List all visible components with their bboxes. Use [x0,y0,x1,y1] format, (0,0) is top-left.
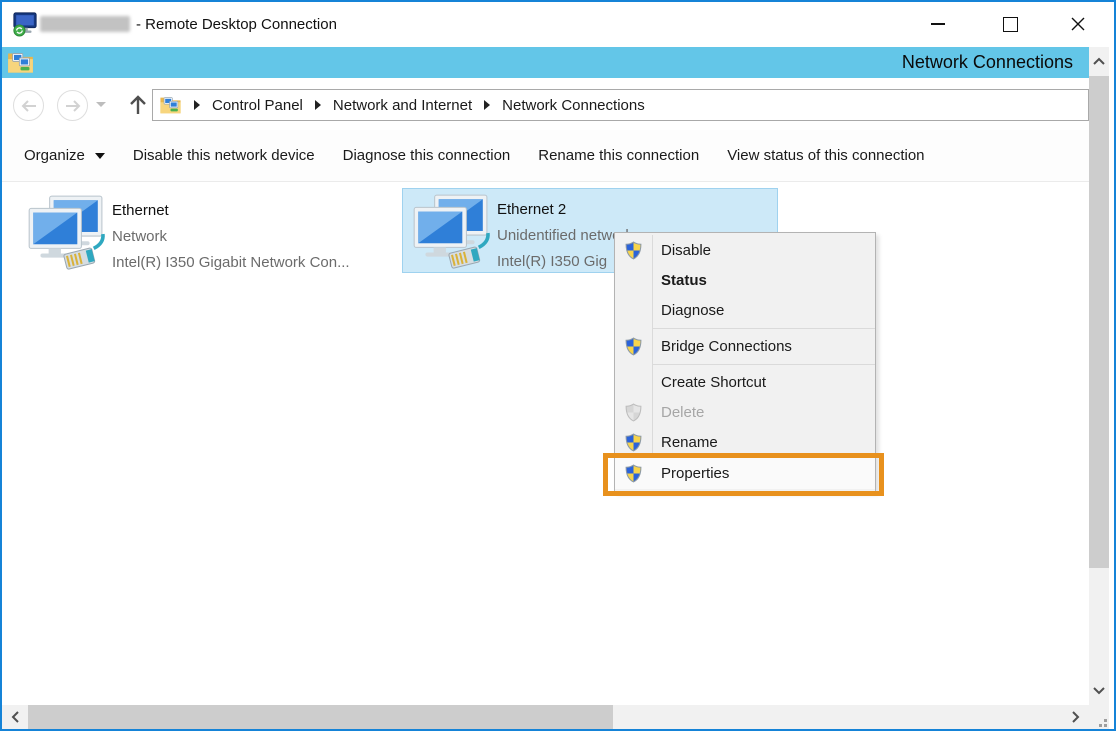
horizontal-scrollbar[interactable] [2,705,1089,729]
forward-arrow-icon [64,99,82,113]
organize-label: Organize [24,147,85,164]
menu-item-status[interactable]: Status [615,265,875,295]
menu-item-label: Rename [661,434,718,451]
menu-item-delete[interactable]: Delete [615,397,875,427]
breadcrumb-chevron-icon[interactable] [484,100,490,110]
scroll-down-button[interactable] [1089,677,1109,705]
network-adapter-icon [22,194,106,272]
breadcrumb-network-connections[interactable]: Network Connections [502,97,645,114]
connection-device: Intel(R) I350 Gig [497,249,633,275]
address-location-icon [159,94,182,116]
uac-shield-icon [625,337,642,356]
connection-status: Network [112,224,350,250]
menu-item-label: Diagnose [661,302,724,319]
menu-item-bridge-connections[interactable]: Bridge Connections [615,331,875,361]
menu-item-label: Disable [661,242,711,259]
chevron-right-icon [1072,711,1080,723]
scroll-up-button[interactable] [1089,47,1109,75]
vertical-scrollbar-thumb[interactable] [1089,76,1109,568]
menu-item-label: Bridge Connections [661,338,792,355]
connection-name: Ethernet 2 [497,197,633,223]
rdp-window: - Remote Desktop Connection Network Conn… [0,0,1116,731]
up-button[interactable] [124,90,152,120]
recent-locations-dropdown-icon[interactable] [96,102,106,107]
chevron-down-icon [1093,687,1105,695]
close-icon [1070,16,1086,32]
minimize-button[interactable] [915,2,961,46]
vertical-scrollbar[interactable] [1089,47,1109,705]
menu-item-diagnose[interactable]: Diagnose [615,295,875,325]
connection-name: Ethernet [112,198,350,224]
uac-shield-icon [625,464,642,483]
connection-status: Unidentified network [497,223,633,249]
organize-menu-button[interactable]: Organize [24,147,105,164]
menu-item-label: Create Shortcut [661,374,766,391]
breadcrumb-control-panel[interactable]: Control Panel [212,97,303,114]
diagnose-connection-command[interactable]: Diagnose this connection [343,147,511,164]
connections-list: Ethernet Network Intel(R) I350 Gigabit N… [2,183,1089,705]
horizontal-scrollbar-thumb[interactable] [28,705,613,729]
scroll-left-button[interactable] [2,705,28,729]
address-bar[interactable]: Control Panel Network and Internet Netwo… [152,89,1089,121]
breadcrumb-chevron-icon[interactable] [194,100,200,110]
menu-separator [653,364,875,365]
redacted-hostname [40,16,130,32]
resize-grip-icon [1095,715,1107,727]
view-status-command[interactable]: View status of this connection [727,147,924,164]
menu-item-label: Properties [661,465,729,482]
forward-button[interactable] [57,90,88,121]
rename-connection-command[interactable]: Rename this connection [538,147,699,164]
menu-item-label: Delete [661,404,704,421]
navigation-bar: Control Panel Network and Internet Netwo… [2,78,1089,130]
context-menu: Disable Status Diagnose Bridge Connectio… [614,232,876,492]
minimize-icon [931,23,945,25]
uac-shield-disabled-icon [625,403,642,422]
scroll-right-button[interactable] [1063,705,1089,729]
up-arrow-icon [128,94,148,116]
chevron-left-icon [11,711,19,723]
uac-shield-icon [625,433,642,452]
back-button[interactable] [13,90,44,121]
back-arrow-icon [20,99,38,113]
command-bar: Organize Disable this network device Dia… [2,130,1089,182]
explorer-header: Network Connections [2,47,1089,78]
maximize-icon [1003,17,1018,32]
remote-desktop-app-icon [12,11,38,37]
network-adapter-icon [407,193,491,271]
window-title: - Remote Desktop Connection [136,2,337,47]
title-bar: - Remote Desktop Connection [2,2,1114,47]
resize-grip[interactable] [1089,705,1109,729]
breadcrumb-chevron-icon[interactable] [315,100,321,110]
menu-item-rename[interactable]: Rename [615,427,875,457]
maximize-button[interactable] [987,2,1033,46]
close-button[interactable] [1055,2,1101,46]
disable-device-command[interactable]: Disable this network device [133,147,315,164]
connection-device: Intel(R) I350 Gigabit Network Con... [112,250,350,276]
explorer-header-title: Network Connections [902,47,1073,78]
organize-dropdown-icon [95,153,105,159]
menu-item-label: Status [661,272,707,289]
network-connections-folder-icon [7,49,34,76]
connection-tile-ethernet[interactable]: Ethernet Network Intel(R) I350 Gigabit N… [18,190,394,275]
uac-shield-icon [625,241,642,260]
menu-item-create-shortcut[interactable]: Create Shortcut [615,367,875,397]
menu-item-disable[interactable]: Disable [615,235,875,265]
breadcrumb-network-and-internet[interactable]: Network and Internet [333,97,472,114]
menu-item-properties[interactable]: Properties [615,457,875,489]
chevron-up-icon [1093,57,1105,65]
menu-separator [653,328,875,329]
